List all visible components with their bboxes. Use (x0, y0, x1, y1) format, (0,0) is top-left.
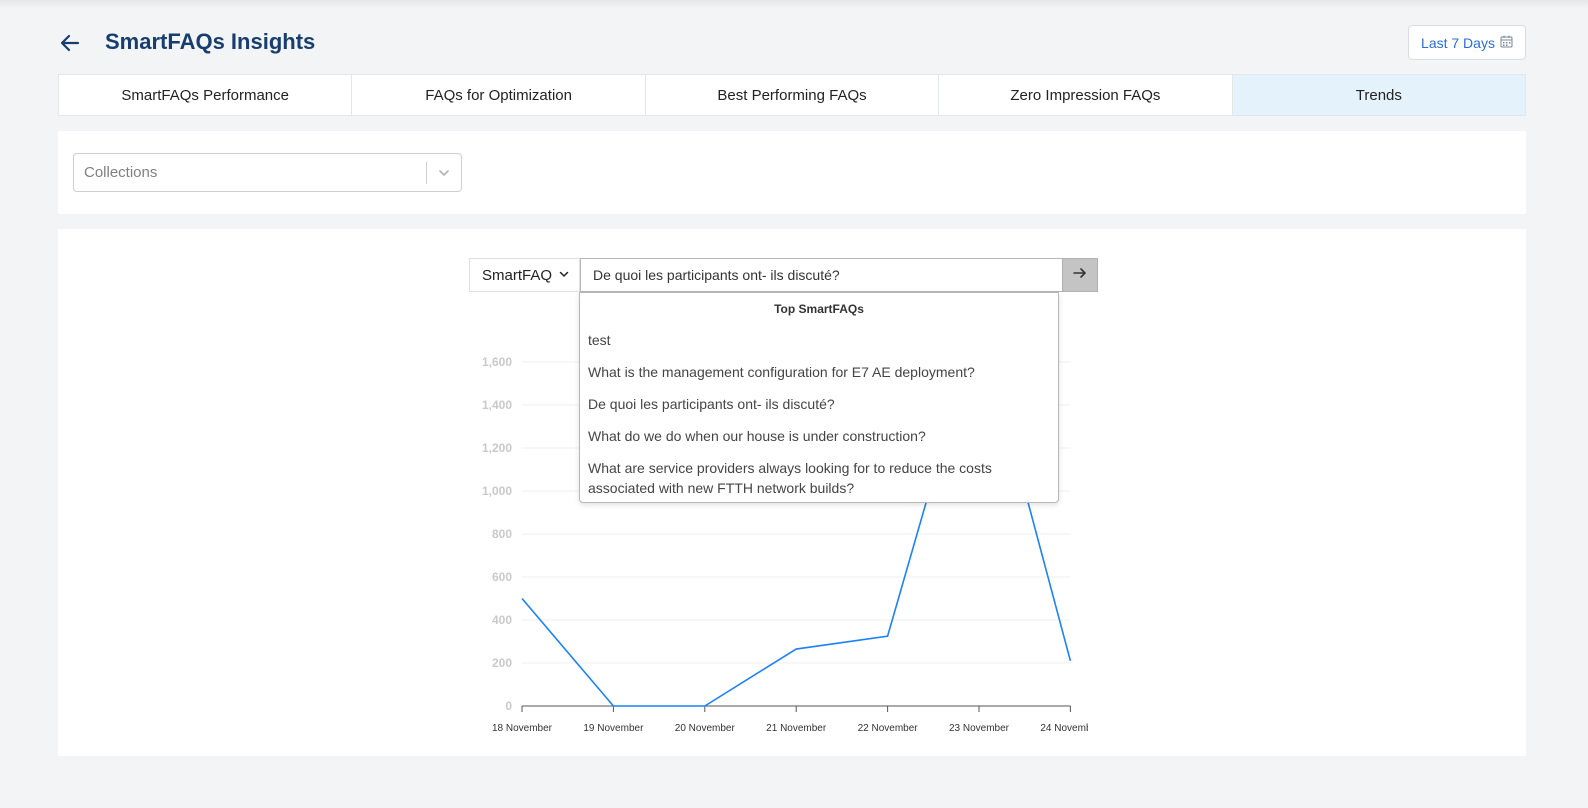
suggestion-item[interactable]: test (580, 325, 1058, 357)
top-shadow (0, 0, 1588, 8)
y-tick-label: 200 (492, 656, 512, 670)
search-type-select[interactable]: SmartFAQ (469, 258, 580, 292)
search-submit-button[interactable] (1062, 258, 1098, 292)
suggestion-item[interactable]: What is the management configuration for… (580, 357, 1058, 389)
suggestion-list: test What is the management configuratio… (580, 325, 1058, 505)
tab-zero-impression-faqs[interactable]: Zero Impression FAQs (939, 75, 1233, 115)
y-tick-label: 400 (492, 613, 512, 627)
x-tick-label: 23 November (949, 723, 1010, 734)
y-tick-label: 0 (505, 699, 512, 713)
x-tick-labels: 18 November 19 November 20 November 21 Nove… (492, 723, 1101, 734)
suggestion-item[interactable]: What are service providers always lookin… (580, 453, 1058, 505)
collections-select[interactable]: Collections (73, 153, 462, 192)
tab-best-performing-faqs[interactable]: Best Performing FAQs (646, 75, 940, 115)
smartfaq-search-input[interactable] (580, 258, 1063, 292)
trends-panel: 0 200 400 600 800 1,000 1,200 1,400 1,600 18 Nove… (58, 229, 1526, 756)
y-tick-label: 1,400 (482, 398, 512, 412)
collections-placeholder: Collections (84, 164, 158, 181)
tab-faqs-for-optimization[interactable]: FAQs for Optimization (352, 75, 646, 115)
x-tick-label: 18 November (492, 723, 553, 734)
page-title: SmartFAQs Insights (105, 29, 316, 54)
page-header: SmartFAQs Insights Last 7 Days (58, 25, 1526, 61)
insights-tabs: SmartFAQs Performance FAQs for Optimizat… (58, 74, 1526, 116)
back-arrow-icon[interactable] (58, 31, 82, 55)
y-tick-label: 1,000 (482, 484, 512, 498)
chevron-down-icon (558, 267, 570, 284)
x-tick-label: 19 November (583, 723, 644, 734)
chevron-down-icon (437, 166, 451, 185)
date-range-button[interactable]: Last 7 Days (1408, 25, 1526, 60)
date-range-label: Last 7 Days (1421, 34, 1495, 51)
dropdown-header: Top SmartFAQs (774, 302, 864, 316)
x-tick-label: 20 November (675, 723, 736, 734)
tab-smartfaqs-performance[interactable]: SmartFAQs Performance (59, 75, 353, 115)
x-tick-label: 22 November (858, 723, 919, 734)
x-tick-label: 21 November (766, 723, 827, 734)
calendar-icon (1500, 35, 1513, 51)
arrow-right-icon (1072, 265, 1088, 286)
filter-panel: Collections (58, 131, 1526, 214)
y-tick-label: 600 (492, 570, 512, 584)
search-type-label: SmartFAQ (482, 266, 553, 284)
smartfaq-suggestions-dropdown: Top SmartFAQs test What is the managemen… (579, 292, 1059, 503)
y-tick-label: 1,200 (482, 441, 512, 455)
x-tick-label: 24 November (1040, 723, 1101, 734)
y-tick-label: 1,600 (482, 355, 512, 369)
tab-trends[interactable]: Trends (1232, 75, 1526, 115)
select-separator (426, 162, 427, 184)
suggestion-item[interactable]: De quoi les participants ont- ils discut… (580, 389, 1058, 421)
y-tick-label: 800 (492, 527, 512, 541)
suggestion-item[interactable]: What do we do when our house is under co… (580, 421, 1058, 453)
